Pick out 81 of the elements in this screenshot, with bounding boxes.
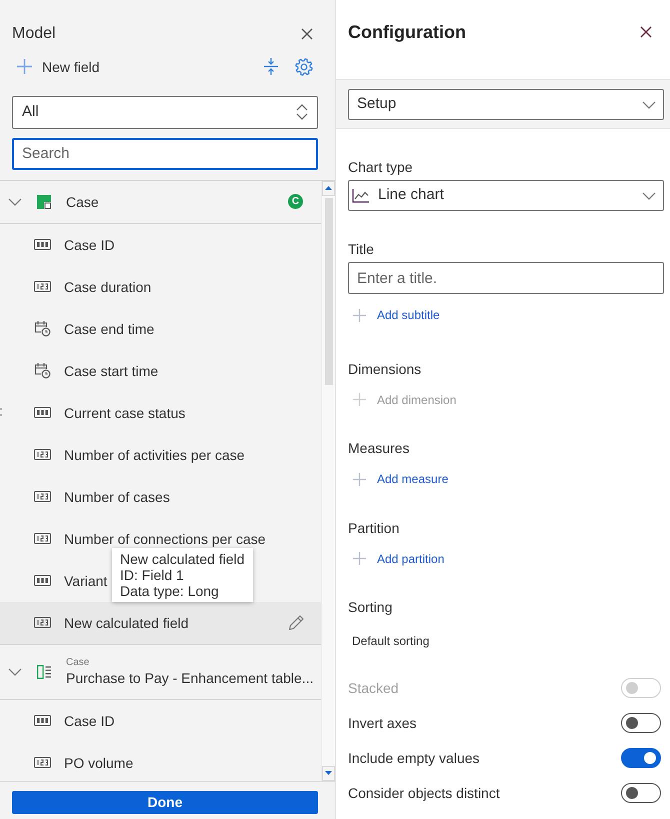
group-name: Case xyxy=(66,192,99,211)
filter-dropdown[interactable]: All xyxy=(12,96,318,129)
chevron-down-icon xyxy=(642,192,656,200)
scroll-down-icon xyxy=(325,771,332,776)
add-link[interactable]: Add subtitle xyxy=(348,305,440,325)
view-dropdown[interactable]: Setup xyxy=(348,89,664,120)
section-heading: Partition xyxy=(348,518,400,536)
line-chart-icon xyxy=(352,188,369,202)
toggle-switch[interactable] xyxy=(621,712,661,732)
toggle-label: Invert axes xyxy=(348,714,416,732)
toggle-label: Include empty values xyxy=(348,748,480,766)
tooltip-line: Data type: Long xyxy=(120,582,220,599)
calendar-clock-icon xyxy=(34,362,51,380)
group-caption: Case xyxy=(66,656,90,669)
settings-icon[interactable] xyxy=(295,58,313,76)
number-type-icon xyxy=(34,533,51,544)
toggle-switch[interactable] xyxy=(621,748,661,768)
field-item[interactable]: Number of activities per case xyxy=(34,446,245,463)
up-down-chevron-icon xyxy=(295,102,309,122)
field-item[interactable]: Case ID xyxy=(34,712,115,729)
toggle-label: Stacked xyxy=(348,678,399,696)
field-item[interactable]: Case duration xyxy=(34,278,152,295)
chart-type-dropdown[interactable]: Line chart xyxy=(348,180,664,211)
field-label: Title xyxy=(348,240,375,258)
section-heading: Measures xyxy=(348,439,410,457)
new-field-button[interactable]: New field xyxy=(17,58,100,76)
add-link[interactable]: Add measure xyxy=(348,469,448,489)
section-heading: Dimensions xyxy=(348,360,422,378)
field-item[interactable]: Current case status xyxy=(34,404,186,421)
field-item[interactable]: Number of cases xyxy=(34,488,170,505)
table-list-icon xyxy=(37,664,51,679)
panel-title: Model xyxy=(12,24,56,44)
group-badge: C xyxy=(288,194,303,210)
field-item[interactable]: Case end time xyxy=(34,320,154,338)
text-type-icon xyxy=(34,407,51,418)
grip-handle-icon[interactable] xyxy=(0,407,2,417)
text-type-icon xyxy=(34,575,51,586)
plus-icon xyxy=(353,308,366,322)
text-type-icon xyxy=(34,715,51,726)
title-input[interactable]: Enter a title. xyxy=(348,262,664,294)
field-item[interactable]: Number of connections per case xyxy=(34,530,266,547)
field-item[interactable]: Case start time xyxy=(34,362,158,380)
field-item[interactable]: Variant xyxy=(34,572,108,589)
sorting-value: Default sorting xyxy=(351,634,430,648)
plus-icon xyxy=(353,552,366,565)
close-icon[interactable] xyxy=(640,26,652,38)
number-type-icon xyxy=(34,491,51,502)
toggle-label: Consider objects distinct xyxy=(348,784,500,802)
scroll-up-icon xyxy=(325,186,332,190)
field-item[interactable]: PO volume xyxy=(34,754,134,771)
arrows-to-line-icon[interactable] xyxy=(263,58,279,76)
search-field[interactable]: Search xyxy=(12,138,318,170)
plus-icon xyxy=(353,393,366,406)
group-row[interactable]: Case Purchase to Pay - Enhancement table... xyxy=(0,644,321,700)
field-item[interactable]: Case ID xyxy=(34,236,115,253)
done-button[interactable]: Done xyxy=(12,790,318,814)
scroll-down-button[interactable] xyxy=(322,766,335,781)
group-row[interactable]: Case C xyxy=(0,180,321,224)
plus-icon xyxy=(17,59,32,74)
tooltip-line: New calculated field xyxy=(120,550,245,567)
scroll-up-button[interactable] xyxy=(322,180,335,196)
panel-title: Configuration xyxy=(348,21,466,44)
number-type-icon xyxy=(34,449,51,460)
group-name: Purchase to Pay - Enhancement table... xyxy=(66,668,314,687)
scrollbar-thumb[interactable] xyxy=(325,198,333,385)
field-label: Chart type xyxy=(348,158,414,176)
close-icon[interactable] xyxy=(301,28,313,40)
number-type-icon xyxy=(34,281,51,292)
text-type-icon xyxy=(34,239,51,250)
table-icon xyxy=(37,194,51,209)
tooltip-line: ID: Field 1 xyxy=(120,566,185,583)
field-item[interactable]: New calculated field xyxy=(34,614,189,631)
add-link[interactable]: Add partition xyxy=(348,548,444,568)
chevron-down-icon xyxy=(642,100,656,108)
toggle-switch[interactable] xyxy=(621,782,661,802)
number-type-icon xyxy=(34,757,51,768)
number-type-icon xyxy=(34,617,51,628)
section-heading: Sorting xyxy=(348,598,394,616)
edit-pencil-icon[interactable] xyxy=(287,614,305,632)
calendar-clock-icon xyxy=(34,320,51,338)
plus-icon xyxy=(353,472,366,486)
